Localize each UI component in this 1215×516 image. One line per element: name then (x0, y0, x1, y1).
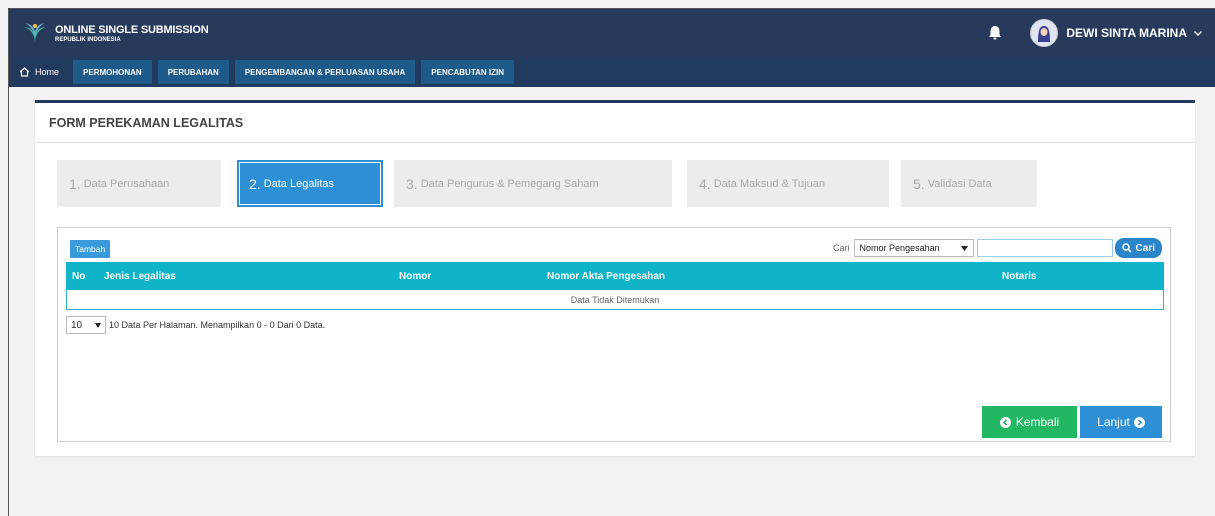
nav-item-pengembangan[interactable]: PENGEMBANGAN & PERLUASAN USAHA (234, 60, 416, 84)
step-validasi-data[interactable]: 5. Validasi Data (901, 160, 1037, 207)
step-label: Data Pengurus & Pemegang Saham (420, 177, 599, 190)
search-label: Cari (833, 243, 850, 253)
app-logo[interactable]: ONLINE SINGLE SUBMISSION REPUBLIK INDONE… (21, 21, 209, 45)
pagination: 10 10 Data Per Halaman. Menampilkan 0 - … (66, 316, 325, 334)
page-title: FORM PEREKAMAN LEGALITAS (35, 103, 1195, 143)
empty-message: Data Tidak Ditemukan (66, 290, 1164, 310)
dropdown-arrow-icon (960, 245, 968, 251)
step-label: Data Maksud & Tujuan (713, 177, 825, 190)
bell-icon[interactable] (986, 24, 1004, 42)
step-number: 2. (249, 175, 261, 192)
nav-home[interactable]: Home (11, 61, 67, 83)
next-button-label: Lanjut (1097, 415, 1130, 429)
step-number: 3. (406, 175, 418, 192)
legalitas-panel: Tambah Cari Nomor Pengesahan Cari No Jen… (57, 227, 1171, 442)
chevron-down-icon[interactable] (1193, 28, 1203, 38)
step-data-maksud-tujuan[interactable]: 4. Data Maksud & Tujuan (687, 160, 889, 207)
pager-text: 10 Data Per Halaman. Menampilkan 0 - 0 D… (109, 320, 326, 330)
search-bar: Cari Nomor Pengesahan Cari (833, 238, 1162, 258)
top-bar: ONLINE SINGLE SUBMISSION REPUBLIK INDONE… (9, 9, 1215, 57)
legalitas-table: No Jenis Legalitas Nomor Nomor Akta Peng… (66, 262, 1164, 310)
back-button-label: Kembali (1015, 415, 1060, 429)
form-card: FORM PEREKAMAN LEGALITAS 1. Data Perusah… (35, 100, 1195, 456)
arrow-right-circle-icon (1133, 416, 1145, 428)
search-field-select[interactable]: Nomor Pengesahan (853, 239, 974, 257)
step-data-perusahaan[interactable]: 1. Data Perusahaan (57, 160, 221, 207)
app-subtitle: REPUBLIK INDONESIA (55, 36, 121, 43)
step-label: Data Legalitas (263, 177, 335, 190)
page-size-select[interactable]: 10 (66, 316, 106, 334)
add-button[interactable]: Tambah (70, 240, 111, 258)
nav-item-permohonan[interactable]: PERMOHONAN (73, 60, 152, 84)
column-header-nomor-akta: Nomor Akta Pengesahan (547, 270, 665, 282)
nav-item-pencabutan-izin[interactable]: PENCABUTAN IZIN (421, 60, 515, 84)
dropdown-arrow-icon (95, 322, 101, 328)
column-header-no: No (72, 270, 86, 282)
avatar[interactable] (1030, 19, 1059, 47)
next-button[interactable]: Lanjut (1080, 406, 1162, 438)
arrow-left-circle-icon (999, 416, 1011, 428)
search-button-label: Cari (1135, 242, 1155, 254)
page-size-value: 10 (71, 319, 83, 331)
logo-icon (24, 23, 46, 43)
app-window: ONLINE SINGLE SUBMISSION REPUBLIK INDONE… (8, 8, 1215, 516)
column-header-notaris: Notaris (1002, 270, 1037, 282)
user-name[interactable]: DEWI SINTA MARINA (1066, 26, 1187, 40)
app-title: ONLINE SINGLE SUBMISSION (55, 23, 209, 36)
main-nav: Home PERMOHONAN PERUBAHAN PENGEMBANGAN &… (9, 57, 1215, 87)
search-button[interactable]: Cari (1114, 238, 1162, 258)
step-data-pengurus[interactable]: 3. Data Pengurus & Pemegang Saham (394, 160, 672, 207)
nav-item-perubahan[interactable]: PERUBAHAN (157, 60, 229, 84)
step-number: 1. (69, 175, 81, 192)
column-header-jenis-legalitas: Jenis Legalitas (104, 270, 176, 282)
home-icon (19, 67, 30, 77)
column-header-nomor: Nomor (399, 270, 432, 282)
table-header: No Jenis Legalitas Nomor Nomor Akta Peng… (66, 262, 1164, 290)
search-icon (1121, 243, 1132, 253)
wizard-steps: 1. Data Perusahaan 2. Data Legalitas 3. … (35, 160, 1195, 208)
search-field-value: Nomor Pengesahan (859, 243, 940, 253)
search-input[interactable] (976, 239, 1113, 257)
step-label: Data Perusahaan (83, 177, 170, 190)
step-label: Validasi Data (927, 177, 992, 190)
step-number: 4. (699, 175, 711, 192)
step-number: 5. (913, 175, 925, 192)
user-avatar-icon (1031, 20, 1058, 46)
back-button[interactable]: Kembali (982, 406, 1077, 438)
nav-home-label: Home (35, 67, 60, 77)
step-data-legalitas[interactable]: 2. Data Legalitas (237, 160, 383, 207)
